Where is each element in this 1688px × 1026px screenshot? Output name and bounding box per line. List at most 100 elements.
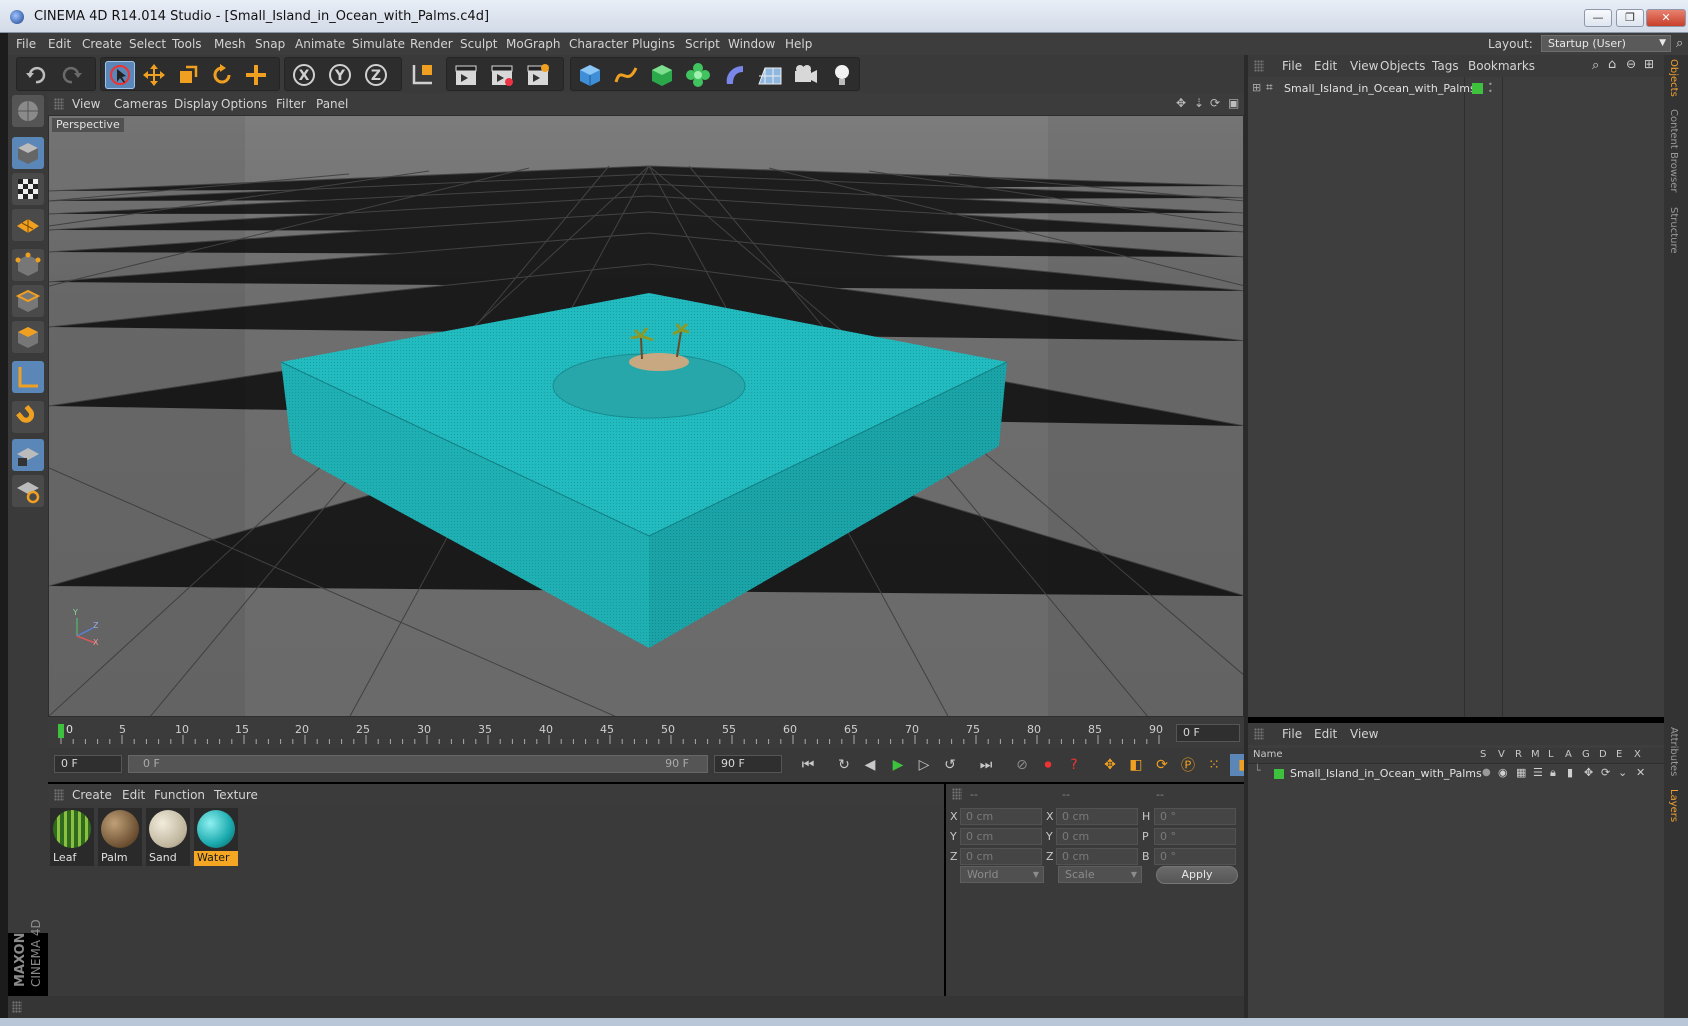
position-x-field[interactable]: 0 cm — [960, 808, 1042, 825]
visibility-dots-icon[interactable]: • • — [1488, 81, 1493, 96]
position-y-field[interactable]: 0 cm — [960, 828, 1042, 845]
tab-structure[interactable]: Structure — [1668, 207, 1679, 254]
menu-window[interactable]: Window — [728, 37, 775, 51]
close-button[interactable]: ✕ — [1646, 9, 1686, 27]
workplane-button[interactable] — [12, 209, 44, 241]
panel-grip-icon[interactable] — [54, 98, 64, 110]
apply-button[interactable]: Apply — [1156, 866, 1238, 884]
layer-col-animation[interactable]: A — [1565, 749, 1572, 760]
size-x-field[interactable]: 0 cm — [1056, 808, 1138, 825]
animation-icon[interactable]: ▮ — [1567, 766, 1573, 779]
position-key-button[interactable]: ✥ — [1098, 754, 1122, 776]
render-settings-button[interactable] — [523, 61, 553, 89]
layer-col-locked[interactable]: L — [1548, 749, 1554, 760]
position-z-field[interactable]: 0 cm — [960, 848, 1042, 865]
coordinate-mode-select[interactable]: Scale ▼ — [1058, 866, 1142, 883]
point-level-button[interactable]: ⁙ — [1202, 754, 1226, 776]
panel-grip-icon[interactable] — [54, 789, 64, 801]
floor-object-button[interactable] — [755, 61, 785, 89]
menu-create[interactable]: Create — [82, 37, 122, 51]
previous-frame-button[interactable]: ◀ — [858, 754, 882, 776]
layer-color-swatch[interactable] — [1274, 769, 1284, 779]
tab-attributes[interactable]: Attributes — [1668, 727, 1679, 776]
search-icon[interactable]: ⌕ — [1676, 36, 1683, 51]
render-picture-viewer-button[interactable] — [487, 61, 517, 89]
model-mode-button[interactable] — [12, 137, 44, 169]
layer-row[interactable]: └ Small_Island_in_Ocean_with_Palms ● ◉ ▦… — [1252, 764, 1662, 782]
frame-range-slider[interactable]: 0 F 90 F — [128, 755, 708, 773]
lock-icon[interactable]: 🔒︎ — [1550, 766, 1556, 780]
viewport-menu-options[interactable]: Options — [221, 97, 267, 111]
expression-icon[interactable]: ⌄ — [1618, 766, 1627, 779]
timeline-ruler[interactable]: 0 5 10 15 20 25 30 35 40 45 50 55 60 65 … — [48, 717, 1244, 748]
manager-icon[interactable]: ☰ — [1533, 766, 1543, 779]
texture-mode-button[interactable] — [12, 173, 44, 205]
viewport-menu-view[interactable]: View — [72, 97, 100, 111]
tab-objects[interactable]: Objects — [1668, 59, 1679, 97]
magnet-button[interactable] — [12, 401, 44, 433]
parameter-key-button[interactable]: Ⓟ — [1176, 754, 1200, 776]
new-panel-icon[interactable]: ⊞ — [1644, 57, 1654, 71]
polygons-mode-button[interactable] — [12, 321, 44, 353]
rotation-p-field[interactable]: 0 ° — [1154, 828, 1236, 845]
axis-mode-button[interactable] — [12, 361, 44, 393]
material-swatch[interactable]: Water — [194, 808, 238, 866]
layer-menu-edit[interactable]: Edit — [1314, 727, 1337, 741]
object-menu-bookmarks[interactable]: Bookmarks — [1468, 59, 1535, 73]
home-icon[interactable]: ⌂ — [1608, 57, 1616, 72]
locked-workplane-button[interactable] — [12, 439, 44, 471]
viewport-zoom-icon[interactable]: ⇣ — [1194, 96, 1204, 110]
deformer-button[interactable] — [719, 61, 749, 89]
z-axis-button[interactable]: Z — [361, 61, 391, 89]
render-view-button[interactable] — [451, 61, 481, 89]
material-menu-edit[interactable]: Edit — [122, 788, 145, 802]
material-menu-function[interactable]: Function — [154, 788, 205, 802]
size-y-field[interactable]: 0 cm — [1056, 828, 1138, 845]
material-swatch[interactable]: Palm — [98, 808, 142, 866]
go-to-end-button[interactable]: ⏭ — [974, 754, 998, 776]
viewport-menu-display[interactable]: Display — [174, 97, 218, 111]
minimize-button[interactable]: — — [1584, 9, 1612, 27]
points-mode-button[interactable] — [12, 249, 44, 281]
solo-dot-icon[interactable]: ● — [1482, 767, 1491, 778]
menu-sculpt[interactable]: Sculpt — [460, 37, 497, 51]
menu-script[interactable]: Script — [685, 37, 720, 51]
layer-col-manager[interactable]: M — [1531, 749, 1540, 760]
object-menu-edit[interactable]: Edit — [1314, 59, 1337, 73]
cloner-button[interactable] — [683, 61, 713, 89]
record-active-objects-button[interactable]: ⊘ — [1010, 754, 1034, 776]
layer-menu-view[interactable]: View — [1350, 727, 1378, 741]
layer-col-deformers[interactable]: D — [1599, 749, 1607, 760]
tab-content-browser[interactable]: Content Browser — [1668, 109, 1679, 192]
menu-mograph[interactable]: MoGraph — [506, 37, 561, 51]
layer-col-expressions[interactable]: E — [1616, 749, 1622, 760]
go-to-start-button[interactable]: ⏮ — [796, 754, 820, 776]
planar-workplane-button[interactable] — [12, 475, 44, 507]
next-key-button[interactable]: ↺ — [938, 754, 962, 776]
y-axis-button[interactable]: Y — [325, 61, 355, 89]
material-swatch[interactable]: Sand — [146, 808, 190, 866]
play-button[interactable]: ▶ — [886, 754, 910, 776]
menu-select[interactable]: Select — [129, 37, 166, 51]
autokey-button[interactable]: ⏺ — [1036, 754, 1060, 776]
layer-col-solo[interactable]: S — [1480, 749, 1486, 760]
viewport-menu-filter[interactable]: Filter — [276, 97, 306, 111]
viewport-menu-cameras[interactable]: Cameras — [114, 97, 167, 111]
viewport-maximize-icon[interactable]: ▣ — [1228, 96, 1239, 110]
search-icon[interactable]: ⌕ — [1592, 58, 1599, 73]
layer-col-name[interactable]: Name — [1253, 749, 1283, 760]
generator-icon[interactable]: ✥ — [1584, 766, 1593, 779]
collapse-icon[interactable]: ⊖ — [1626, 57, 1636, 71]
render-icon[interactable]: ▦ — [1516, 766, 1526, 779]
tab-layers[interactable]: Layers — [1668, 789, 1679, 822]
scale-tool-button[interactable] — [173, 61, 203, 89]
object-menu-file[interactable]: File — [1282, 59, 1302, 73]
rotation-h-field[interactable]: 0 ° — [1154, 808, 1236, 825]
eye-icon[interactable]: ◉ — [1498, 766, 1508, 779]
menu-render[interactable]: Render — [410, 37, 453, 51]
viewport-menu-panel[interactable]: Panel — [316, 97, 348, 111]
subdivision-surface-button[interactable] — [647, 61, 677, 89]
coordinate-space-select[interactable]: World ▼ — [960, 866, 1044, 883]
rotation-key-button[interactable]: ⟳ — [1150, 754, 1174, 776]
object-menu-view[interactable]: View — [1350, 59, 1378, 73]
